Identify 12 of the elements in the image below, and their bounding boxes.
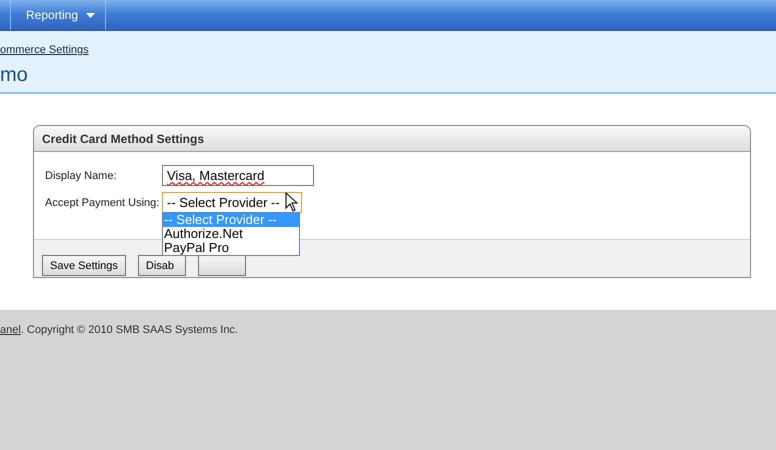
nav-menu-item[interactable]: Reporting xyxy=(11,0,106,30)
input-field[interactable]: Visa, Mastercard xyxy=(162,165,314,186)
action-button[interactable] xyxy=(198,255,246,276)
footer-link[interactable]: anel xyxy=(0,324,21,336)
field-label: Display Name: xyxy=(45,170,118,182)
panel-title: Credit Card Method Settings xyxy=(42,132,204,146)
footer-text: anel. Copyright © 2010 SMB SAAS Systems Inc. xyxy=(0,324,238,336)
page-title: mo xyxy=(0,64,29,87)
field-label: Accept Payment Using: xyxy=(45,196,160,208)
action-button[interactable]: Disab xyxy=(138,255,186,276)
breadcrumb-link[interactable]: ommerce Settings xyxy=(0,44,89,56)
action-button[interactable]: Save Settings xyxy=(42,255,126,276)
